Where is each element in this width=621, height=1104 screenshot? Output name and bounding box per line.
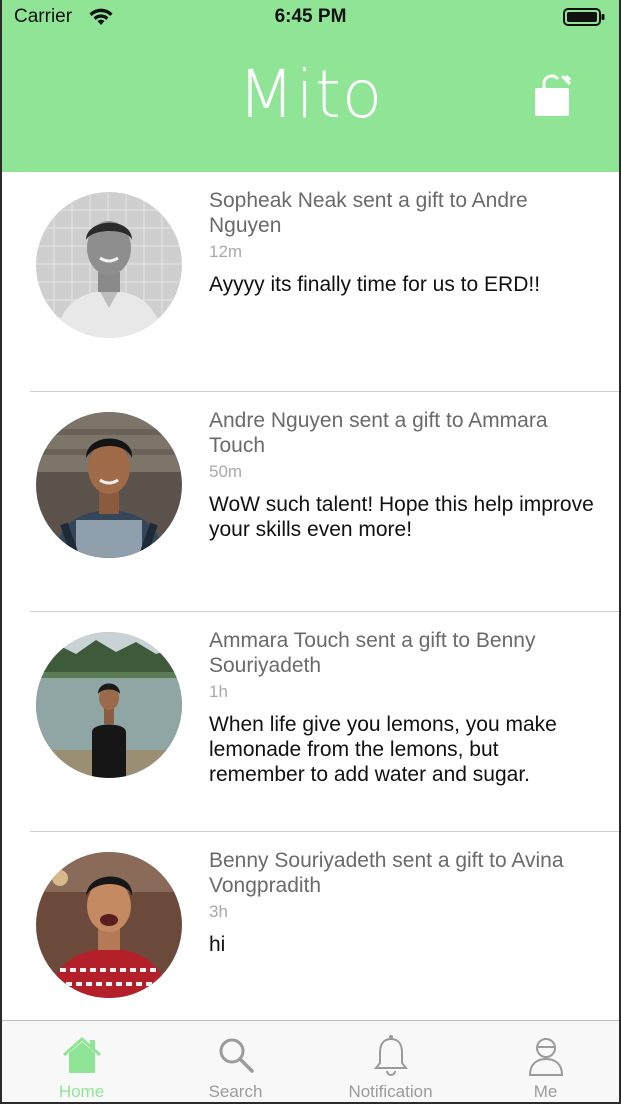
tab-search[interactable]: Search bbox=[158, 1021, 313, 1102]
avatar[interactable] bbox=[36, 192, 182, 338]
search-icon bbox=[219, 1038, 254, 1073]
tab-label: Notification bbox=[348, 1082, 433, 1101]
avatar[interactable] bbox=[36, 852, 182, 998]
avatar[interactable] bbox=[36, 412, 182, 558]
feed-message: When life give you lemons, you make lemo… bbox=[209, 713, 557, 786]
tab-label: Home bbox=[58, 1082, 105, 1101]
clock: 6:45 PM bbox=[274, 6, 347, 27]
feed-item[interactable]: Andre Nguyen sent a gift to Ammara Touch… bbox=[2, 392, 619, 612]
feed-timestamp: 12m bbox=[209, 242, 243, 261]
home-icon bbox=[62, 1036, 101, 1073]
app-title: Mito bbox=[237, 56, 384, 133]
feed-item[interactable]: Sopheak Neak sent a gift to Andre Nguyen… bbox=[2, 172, 619, 392]
shopping-bag-icon[interactable] bbox=[532, 74, 574, 118]
feed-item[interactable]: Ammara Touch sent a gift to Benny Souriy… bbox=[2, 612, 619, 832]
header: Carrier 6:45 PM Mito bbox=[2, 0, 619, 172]
feed-timestamp: 3h bbox=[209, 902, 228, 921]
feed-headline: Ammara Touch sent a gift to Benny Souriy… bbox=[209, 629, 536, 677]
feed-headline: Sopheak Neak sent a gift to Andre Nguyen bbox=[209, 189, 528, 237]
tab-label: Me bbox=[533, 1082, 558, 1101]
app-screen: Carrier 6:45 PM Mito Sopheak Neak sent a… bbox=[0, 0, 621, 1104]
feed-message: WoW such talent! Hope this help improve … bbox=[209, 493, 594, 541]
bell-icon bbox=[373, 1035, 408, 1076]
user-icon bbox=[528, 1038, 563, 1076]
feed-timestamp: 1h bbox=[209, 682, 228, 701]
feed-headline: Andre Nguyen sent a gift to Ammara Touch bbox=[209, 409, 548, 457]
tab-notification[interactable]: Notification bbox=[313, 1021, 468, 1102]
tab-home[interactable]: Home bbox=[4, 1021, 159, 1102]
feed-item[interactable]: Benny Souriyadeth sent a gift to Avina V… bbox=[2, 832, 619, 1052]
battery-icon bbox=[563, 8, 605, 26]
feed-message: Ayyyy its finally time for us to ERD!! bbox=[209, 273, 541, 296]
tab-label: Search bbox=[208, 1082, 263, 1101]
feed-message: hi bbox=[209, 933, 226, 956]
feed-headline: Benny Souriyadeth sent a gift to Avina V… bbox=[209, 849, 564, 897]
avatar[interactable] bbox=[36, 632, 182, 778]
status-bar: Carrier 6:45 PM bbox=[2, 0, 619, 34]
tab-me[interactable]: Me bbox=[468, 1021, 619, 1102]
tab-bar: Home Search Notification Me bbox=[2, 1020, 619, 1102]
gift-feed: Sopheak Neak sent a gift to Andre Nguyen… bbox=[2, 172, 619, 1052]
feed-timestamp: 50m bbox=[209, 462, 243, 481]
